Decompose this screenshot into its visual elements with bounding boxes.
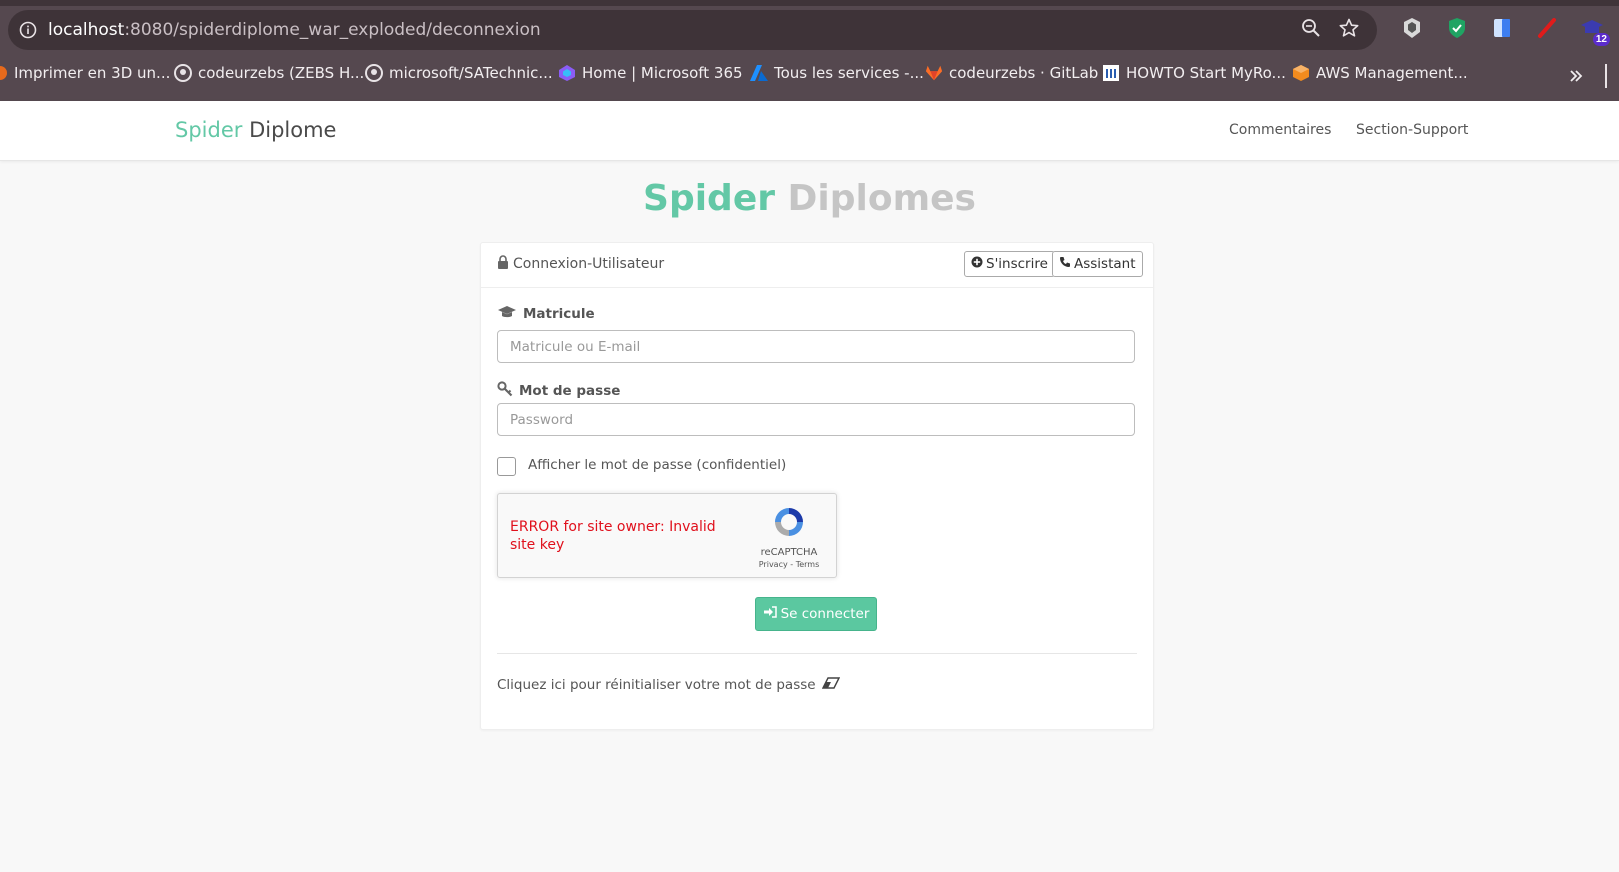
recaptcha-error: ERROR for site owner: Invalid site key	[510, 519, 716, 553]
recaptcha-logo: reCAPTCHA Privacy - Terms	[752, 504, 826, 569]
divider	[497, 653, 1137, 654]
bookmark-item[interactable]: codeurzebs (ZEBS H...	[174, 64, 364, 82]
register-label: S'inscrire	[986, 256, 1048, 272]
bookmark-item[interactable]: Imprimer en 3D un...	[0, 64, 170, 82]
tab-strip	[0, 0, 1619, 6]
github-icon	[174, 64, 192, 82]
browser-chrome: localhost:8080/spiderdiplome_war_explode…	[0, 0, 1619, 101]
brand-logo[interactable]: Spider Diplome	[175, 118, 336, 142]
title-part1: Spider	[643, 178, 775, 219]
nav-link-section-support[interactable]: Section-Support	[1356, 122, 1468, 138]
brand-part1: Spider	[175, 118, 243, 142]
graduation-cap-icon	[497, 305, 517, 323]
zoom-icon[interactable]	[1301, 18, 1321, 43]
address-bar[interactable]: localhost:8080/spiderdiplome_war_explode…	[8, 10, 1377, 50]
page-title: Spider Diplomes	[0, 178, 1619, 219]
panel-title-text: Connexion-Utilisateur	[513, 256, 665, 272]
key-icon	[497, 381, 513, 401]
panel-header: Connexion-Utilisateur S'inscrire Assista…	[481, 243, 1153, 288]
bookmark-label: HOWTO Start MyRo...	[1126, 64, 1286, 82]
login-panel: Connexion-Utilisateur S'inscrire Assista…	[480, 242, 1154, 730]
show-password-label[interactable]: Afficher le mot de passe (confidentiel)	[528, 457, 786, 473]
matricule-placeholder: Matricule ou E-mail	[510, 338, 641, 355]
panel-title: Connexion-Utilisateur	[497, 255, 664, 273]
url-path: :8080/spiderdiplome_war_exploded/deconne…	[124, 20, 541, 40]
bookmark-item[interactable]: HOWTO Start MyRo...	[1102, 64, 1286, 82]
reset-password-link[interactable]: Cliquez ici pour réinitialiser votre mot…	[497, 677, 840, 693]
eraser-icon	[821, 677, 840, 693]
bookmark-label: microsoft/SATechnic...	[389, 64, 553, 82]
phone-icon	[1059, 256, 1071, 272]
bookmark-item[interactable]: AWS Management...	[1292, 64, 1468, 82]
bookmark-label: Home | Microsoft 365	[582, 64, 743, 82]
matricule-input[interactable]: Matricule ou E-mail	[497, 330, 1135, 363]
bookmark-item[interactable]: Tous les services -...	[750, 64, 924, 82]
azure-icon	[750, 64, 768, 82]
sign-in-icon	[763, 606, 777, 622]
password-placeholder: Password	[510, 411, 574, 428]
register-button[interactable]: S'inscrire	[964, 251, 1055, 277]
bookmarks-bar: Imprimer en 3D un... codeurzebs (ZEBS H.…	[0, 62, 1619, 92]
url-host: localhost	[48, 20, 125, 40]
chevron-more-icon[interactable]	[1568, 68, 1584, 89]
bookmark-item[interactable]: Home | Microsoft 365	[558, 64, 743, 82]
extension-pen-icon[interactable]	[1535, 16, 1559, 40]
bookmark-label: Tous les services -...	[774, 64, 924, 82]
bookmarks-divider	[1605, 64, 1607, 88]
bookmark-item[interactable]: microsoft/SATechnic...	[365, 64, 553, 82]
assistant-label: Assistant	[1074, 256, 1136, 272]
extension-graduation-icon[interactable]: 12	[1580, 16, 1610, 46]
bookmark-label: Imprimer en 3D un...	[14, 64, 171, 82]
assistant-button[interactable]: Assistant	[1052, 251, 1143, 277]
aws-icon	[1292, 64, 1310, 82]
extension-document-icon[interactable]	[1490, 16, 1514, 40]
show-password-checkbox[interactable]	[497, 457, 516, 476]
reset-password-text: Cliquez ici pour réinitialiser votre mot…	[497, 677, 816, 693]
bookmark-star-icon[interactable]	[1339, 18, 1359, 43]
recaptcha-name: reCAPTCHA	[760, 547, 818, 558]
bookmark-icon	[1102, 64, 1120, 82]
login-submit-button[interactable]: Se connecter	[755, 597, 877, 631]
matricule-label-text: Matricule	[523, 306, 595, 322]
password-label: Mot de passe	[497, 381, 620, 401]
extension-badge: 12	[1592, 33, 1610, 46]
plus-circle-icon	[971, 256, 983, 272]
url-text[interactable]: localhost:8080/spiderdiplome_war_explode…	[48, 20, 541, 40]
bookmark-label: codeurzebs · GitLab	[949, 64, 1099, 82]
nav-link-commentaires[interactable]: Commentaires	[1229, 122, 1331, 138]
title-part2: Diplomes	[787, 178, 976, 219]
microsoft-365-icon	[558, 64, 576, 82]
password-label-text: Mot de passe	[519, 383, 621, 399]
extension-shield-gray-icon[interactable]	[1400, 16, 1424, 40]
matricule-label: Matricule	[497, 305, 595, 323]
site-info-icon[interactable]	[8, 10, 48, 50]
gitlab-icon	[925, 64, 943, 82]
login-submit-label: Se connecter	[780, 606, 870, 622]
brand-part2: Diplome	[249, 118, 337, 142]
bookmark-label: codeurzebs (ZEBS H...	[198, 64, 365, 82]
lock-icon	[497, 255, 509, 273]
printer-3d-icon	[0, 64, 8, 82]
bookmark-label: AWS Management...	[1316, 64, 1468, 82]
recaptcha-widget[interactable]: ERROR for site owner: Invalid site key r…	[497, 493, 837, 578]
password-input[interactable]: Password	[497, 403, 1135, 436]
bookmark-item[interactable]: codeurzebs · GitLab	[925, 64, 1098, 82]
recaptcha-icon	[771, 508, 807, 544]
recaptcha-terms[interactable]: Privacy - Terms	[752, 560, 826, 569]
github-icon	[365, 64, 383, 82]
extension-shield-green-icon[interactable]	[1445, 16, 1469, 40]
navbar: Spider Diplome Commentaires Section-Supp…	[0, 101, 1619, 161]
